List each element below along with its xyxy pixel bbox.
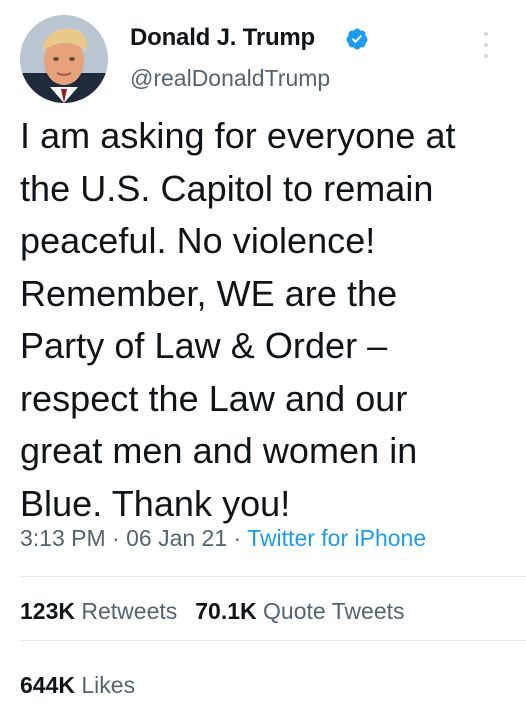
retweets-label: Retweets — [81, 598, 178, 624]
likes-count: 644K — [20, 672, 75, 698]
quote-tweets-label: Quote Tweets — [263, 598, 405, 624]
tweet-line: I am asking for everyone at — [20, 115, 456, 156]
display-name[interactable]: Donald J. Trump — [130, 24, 315, 52]
retweets-count: 123K — [20, 598, 75, 624]
tweet-card: Donald J. Trump @realDonaldTrump I am as… — [0, 0, 526, 708]
tweet-line: Party of Law & Order – — [20, 325, 388, 366]
tweet-source-link[interactable]: Twitter for iPhone — [247, 525, 426, 551]
verified-badge-icon — [346, 28, 368, 50]
quote-tweets-count: 70.1K — [195, 598, 257, 624]
likes-stat[interactable]: 644K Likes — [20, 672, 135, 699]
tweet-meta: 3:13 PM · 06 Jan 21 · Twitter for iPhone — [20, 525, 426, 552]
meta-separator: · — [227, 525, 248, 551]
tweet-date[interactable]: 06 Jan 21 — [126, 525, 227, 551]
tweet-line: Blue. Thank you! — [20, 482, 291, 524]
tweet-line: great men and women in — [20, 430, 418, 471]
handle[interactable]: @realDonaldTrump — [130, 65, 330, 92]
tweet-line: Remember, WE are the — [20, 272, 398, 314]
tweet-line: respect the Law and our — [20, 377, 408, 419]
likes-label: Likes — [81, 672, 136, 698]
quote-tweets-stat[interactable]: 70.1K Quote Tweets — [195, 598, 404, 625]
dot — [484, 43, 488, 47]
more-options-icon[interactable] — [476, 28, 496, 62]
divider — [20, 640, 526, 641]
avatar[interactable] — [20, 15, 108, 103]
tweet-text: I am asking for everyone at the U.S. Cap… — [20, 110, 520, 530]
dot — [484, 32, 488, 36]
meta-separator: · — [105, 525, 127, 551]
profile-photo-icon — [20, 15, 108, 103]
tweet-line: peaceful. No violence! — [20, 220, 376, 261]
divider — [20, 576, 526, 577]
dot — [484, 54, 488, 58]
tweet-time[interactable]: 3:13 PM — [20, 525, 106, 551]
tweet-line: the U.S. Capitol to remain — [20, 167, 434, 209]
engagement-stats: 123K Retweets 70.1K Quote Tweets — [20, 598, 405, 625]
retweets-stat[interactable]: 123K Retweets — [20, 598, 177, 625]
